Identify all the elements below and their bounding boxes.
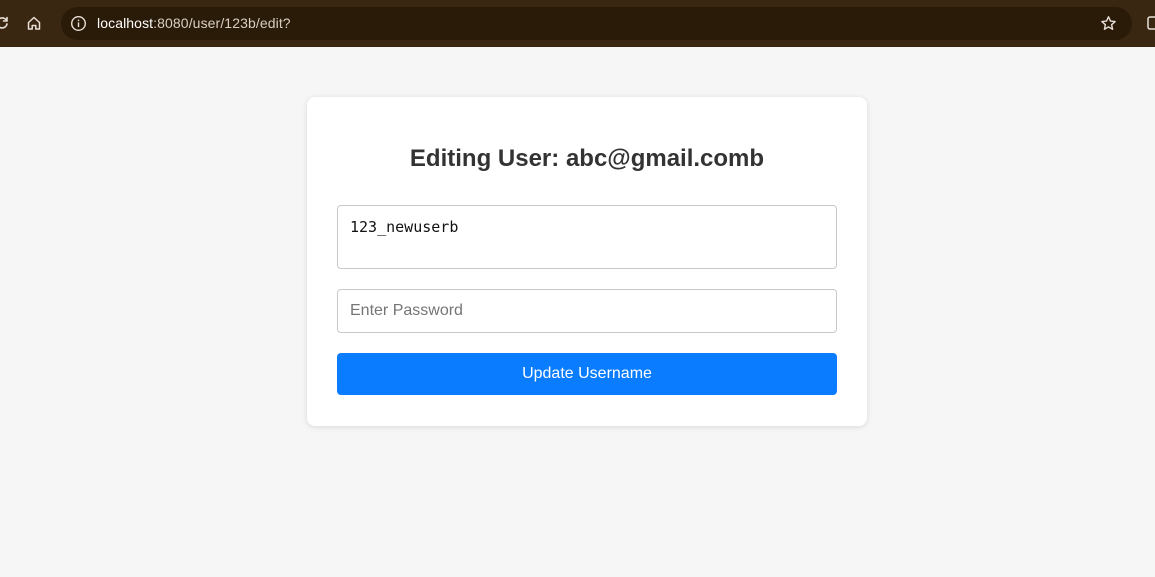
address-bar[interactable]: localhost:8080/user/123b/edit?: [61, 7, 1132, 40]
url-host: localhost: [97, 15, 154, 31]
browser-toolbar: localhost:8080/user/123b/edit?: [0, 0, 1155, 47]
page-title: Editing User: abc@gmail.comb: [307, 145, 867, 173]
edit-user-card: Editing User: abc@gmail.comb 123_newuser…: [307, 97, 867, 426]
home-icon[interactable]: [24, 13, 44, 33]
user-email: abc@gmail.comb: [565, 145, 765, 172]
url-path: :8080/user/123b/edit?: [153, 15, 291, 31]
update-username-button[interactable]: Update Username: [337, 353, 837, 395]
url-text[interactable]: localhost:8080/user/123b/edit?: [97, 15, 291, 31]
password-input[interactable]: [337, 289, 837, 333]
username-input[interactable]: 123_newuserb: [337, 205, 837, 269]
reload-icon[interactable]: [0, 13, 12, 33]
bookmark-star-icon[interactable]: [1099, 14, 1118, 33]
title-prefix: Editing User:: [409, 145, 566, 172]
extensions-icon[interactable]: [1146, 13, 1155, 33]
site-info-icon[interactable]: [69, 14, 88, 33]
